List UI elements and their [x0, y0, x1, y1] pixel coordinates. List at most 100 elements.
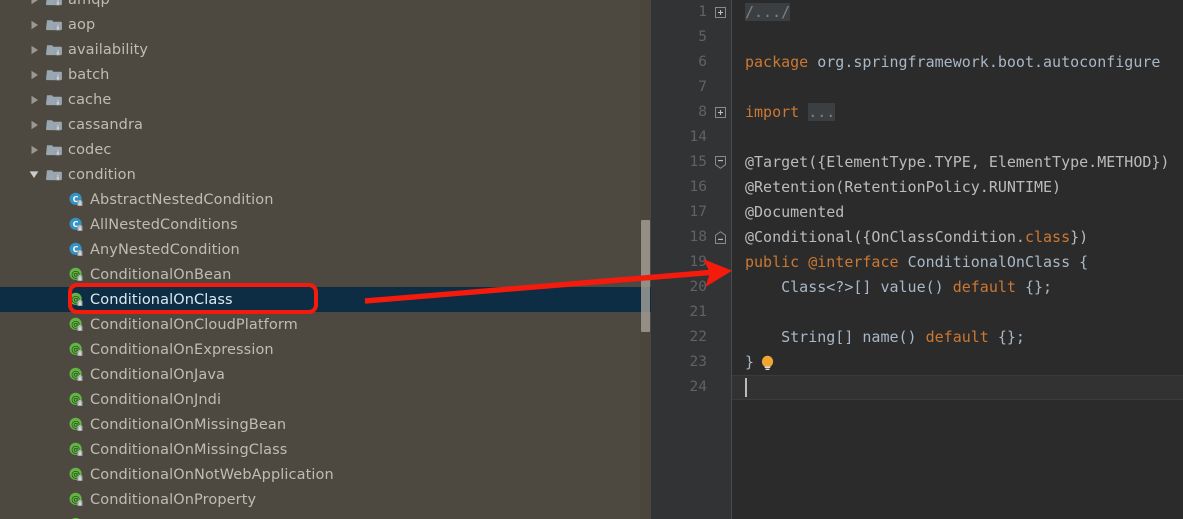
- code-line[interactable]: [732, 125, 745, 150]
- folder-icon: [46, 16, 63, 33]
- fold-end-icon[interactable]: [714, 225, 726, 250]
- annotation-icon: @: [68, 441, 85, 458]
- line-number: 21: [689, 304, 707, 320]
- tree-item[interactable]: C AllNestedConditions: [0, 212, 651, 237]
- editor-gutter[interactable]: 1 5 6 7 8 14 15 16 17 18 19 20 21 22 23 24: [651, 0, 732, 519]
- code-line[interactable]: import ...: [732, 100, 836, 125]
- tree-item-label: amqp: [68, 0, 110, 8]
- line-number: 22: [689, 329, 707, 345]
- tree-item[interactable]: @ ConditionalOnMissingBean: [0, 412, 651, 437]
- editor-panel[interactable]: 1 5 6 7 8 14 15 16 17 18 19 20 21 22 23 24 /.../package…: [651, 0, 1183, 519]
- code-line[interactable]: /.../: [732, 0, 791, 25]
- tree-item-label: ConditionalOnJndi: [90, 391, 222, 408]
- line-number: 15: [689, 154, 707, 170]
- code-line[interactable]: @Retention(RetentionPolicy.RUNTIME): [732, 175, 1061, 200]
- expand-collapsed-icon[interactable]: [26, 37, 42, 62]
- tree-item-label: AbstractNestedCondition: [90, 191, 274, 208]
- tree-item[interactable]: C AbstractNestedCondition: [0, 187, 651, 212]
- folder-icon: [46, 0, 63, 8]
- tree-item-label: codec: [68, 141, 112, 158]
- tree-item[interactable]: @ ConditionalOnJndi: [0, 387, 651, 412]
- line-number: 7: [698, 79, 707, 95]
- annotation-icon: @: [68, 466, 85, 483]
- expand-collapsed-icon[interactable]: [26, 87, 42, 112]
- code-line[interactable]: }: [732, 350, 754, 375]
- ide-window: amqp aop availability batch cache cassandra co…: [0, 0, 1183, 519]
- tree-item-label: ConditionalOnBean: [90, 266, 232, 283]
- tree-item-selected[interactable]: @ ConditionalOnClass: [0, 287, 651, 312]
- tree-item-label: cassandra: [68, 116, 143, 133]
- tree-item[interactable]: condition: [0, 162, 651, 187]
- fold-plus-icon[interactable]: [714, 0, 726, 25]
- tree-item-label: ConditionalOnExpression: [90, 341, 274, 358]
- line-number: 1: [698, 4, 707, 20]
- intention-bulb-icon[interactable]: [760, 355, 775, 375]
- tree-item[interactable]: @ ConditionalOnProperty: [0, 487, 651, 512]
- expand-collapsed-icon[interactable]: [26, 0, 42, 12]
- line-number: 24: [689, 379, 707, 395]
- code-line[interactable]: [732, 375, 745, 400]
- tree-item-label: ConditionalOnJava: [90, 366, 226, 383]
- code-line[interactable]: @Target({ElementType.TYPE, ElementType.M…: [732, 150, 1169, 175]
- code-line[interactable]: [732, 25, 745, 50]
- tree-item[interactable]: @ ConditionalOnMissingClass: [0, 437, 651, 462]
- tree-item[interactable]: cache: [0, 87, 651, 112]
- expand-collapsed-icon[interactable]: [26, 137, 42, 162]
- tree-item-label: ConditionalOnNotWebApplication: [90, 466, 334, 483]
- tree-item[interactable]: @ ConditionalOnBean: [0, 262, 651, 287]
- tree-item[interactable]: cassandra: [0, 112, 651, 137]
- expand-collapsed-icon[interactable]: [26, 62, 42, 87]
- tree-item[interactable]: @ ConditionalOnCloudPlatform: [0, 312, 651, 337]
- code-line[interactable]: String[] name() default {};: [732, 325, 1025, 350]
- tree-item[interactable]: codec: [0, 137, 651, 162]
- tree-item[interactable]: @: [0, 512, 651, 519]
- annotation-icon: @: [68, 391, 85, 408]
- expand-collapsed-icon[interactable]: [26, 112, 42, 137]
- tree-item-label: AnyNestedCondition: [90, 241, 240, 258]
- tree-item-label: ConditionalOnProperty: [90, 491, 257, 508]
- class-icon: C: [68, 191, 85, 208]
- tree-item-label: AllNestedConditions: [90, 216, 238, 233]
- line-number: 5: [698, 29, 707, 45]
- code-line[interactable]: package org.springframework.boot.autocon…: [732, 50, 1160, 75]
- tree-item[interactable]: @ ConditionalOnExpression: [0, 337, 651, 362]
- expand-collapsed-icon[interactable]: [26, 12, 42, 37]
- line-number: 16: [689, 179, 707, 195]
- tree-item[interactable]: amqp: [0, 0, 651, 12]
- code-line[interactable]: [732, 300, 745, 325]
- tree-item-label: ConditionalOnMissingBean: [90, 416, 287, 433]
- folder-icon: [46, 41, 63, 58]
- code-area[interactable]: /.../ package org.springframework.boot.au…: [732, 0, 1183, 519]
- code-line[interactable]: Class<?>[] value() default {};: [732, 275, 1052, 300]
- tree-item[interactable]: batch: [0, 62, 651, 87]
- fold-minus-icon[interactable]: [714, 150, 726, 175]
- folder-icon: [46, 141, 63, 158]
- folder-icon: [46, 166, 63, 183]
- code-line[interactable]: [732, 75, 745, 100]
- line-number: 8: [698, 104, 707, 120]
- code-line[interactable]: @Conditional({OnClassCondition.class}): [732, 225, 1088, 250]
- tree-item[interactable]: aop: [0, 12, 651, 37]
- tree-item[interactable]: @ ConditionalOnNotWebApplication: [0, 462, 651, 487]
- code-line[interactable]: @Documented: [732, 200, 844, 225]
- annotation-icon: @: [68, 491, 85, 508]
- code-line[interactable]: public @interface ConditionalOnClass {: [732, 250, 1088, 275]
- class-icon: C: [68, 216, 85, 233]
- tree-item[interactable]: @ ConditionalOnJava: [0, 362, 651, 387]
- folder-icon: [46, 116, 63, 133]
- tree-scrollbar-thumb[interactable]: [641, 220, 650, 332]
- expand-expanded-icon[interactable]: [26, 162, 42, 187]
- project-tree-panel[interactable]: amqp aop availability batch cache cassandra co…: [0, 0, 651, 519]
- fold-plus-icon[interactable]: [714, 100, 726, 125]
- tree-item[interactable]: availability: [0, 37, 651, 62]
- annotation-icon: @: [68, 291, 85, 308]
- tree-item[interactable]: C AnyNestedCondition: [0, 237, 651, 262]
